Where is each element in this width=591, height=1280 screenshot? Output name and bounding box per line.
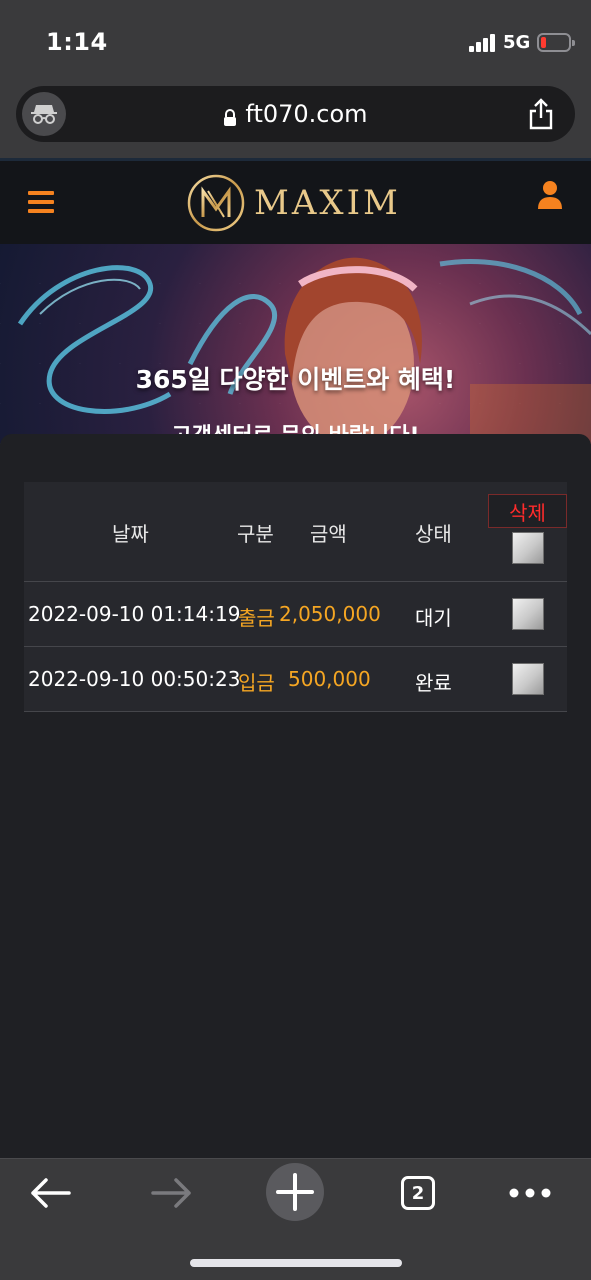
column-header-status: 상태 (415, 522, 452, 546)
row-checkbox[interactable] (512, 663, 544, 695)
browser-address-area: ft070.com (0, 82, 591, 158)
url-text: ft070.com (245, 100, 368, 128)
column-header-amount: 금액 (310, 522, 347, 546)
table-header: 날짜 구분 금액 상태 삭제 (24, 482, 567, 582)
logo-mark-icon (187, 174, 245, 232)
back-arrow-icon[interactable] (22, 1165, 78, 1221)
column-header-date: 날짜 (112, 522, 149, 546)
row-date: 2022-09-10 01:14:19 (28, 602, 241, 626)
battery-icon (537, 33, 575, 52)
history-table: 날짜 구분 금액 상태 삭제 2022-09-10 01:14:19 출금 2,… (24, 482, 567, 712)
neon-decoration-image (17, 257, 591, 444)
home-indicator (190, 1259, 402, 1267)
select-all-checkbox[interactable] (512, 532, 544, 564)
site-logo[interactable]: MAXIM (186, 173, 401, 233)
more-dots-icon[interactable] (502, 1165, 558, 1221)
status-bar: 1:14 5G (0, 0, 591, 82)
delete-button[interactable]: 삭제 (488, 494, 567, 528)
row-status: 대기 (415, 606, 452, 630)
history-panel: 날짜 구분 금액 상태 삭제 2022-09-10 01:14:19 출금 2,… (0, 434, 591, 1158)
row-type: 입금 (238, 671, 275, 695)
row-status: 완료 (415, 671, 452, 695)
column-header-type: 구분 (237, 522, 274, 546)
hamburger-menu-icon[interactable] (28, 191, 54, 213)
site-header: MAXIM (0, 158, 591, 244)
signal-icon (469, 34, 497, 52)
lock-icon (223, 105, 237, 126)
address-bar[interactable]: ft070.com (16, 86, 575, 142)
row-amount: 2,050,000 (279, 602, 381, 626)
plus-icon[interactable] (266, 1163, 324, 1221)
tab-switcher-button[interactable]: 2 (390, 1165, 446, 1221)
tab-count: 2 (401, 1176, 435, 1210)
logo-text: MAXIM (254, 183, 401, 223)
row-amount: 500,000 (288, 667, 371, 691)
forward-arrow-icon[interactable] (144, 1165, 200, 1221)
table-row: 2022-09-10 00:50:23 입금 500,000 완료 (24, 647, 567, 712)
row-type: 출금 (238, 606, 275, 630)
network-label: 5G (503, 32, 531, 53)
row-checkbox[interactable] (512, 598, 544, 630)
user-icon[interactable] (536, 179, 564, 211)
banner-title: 365일 다양한 이벤트와 혜택! (135, 365, 456, 394)
browser-toolbar: 2 (0, 1158, 591, 1280)
promo-banner[interactable]: 365일 다양한 이벤트와 혜택! 고객센터로 문의 바랍니다! (0, 244, 591, 444)
status-time: 1:14 (46, 28, 108, 56)
table-row: 2022-09-10 01:14:19 출금 2,050,000 대기 (24, 582, 567, 647)
row-date: 2022-09-10 00:50:23 (28, 667, 241, 691)
share-icon[interactable] (527, 98, 555, 130)
